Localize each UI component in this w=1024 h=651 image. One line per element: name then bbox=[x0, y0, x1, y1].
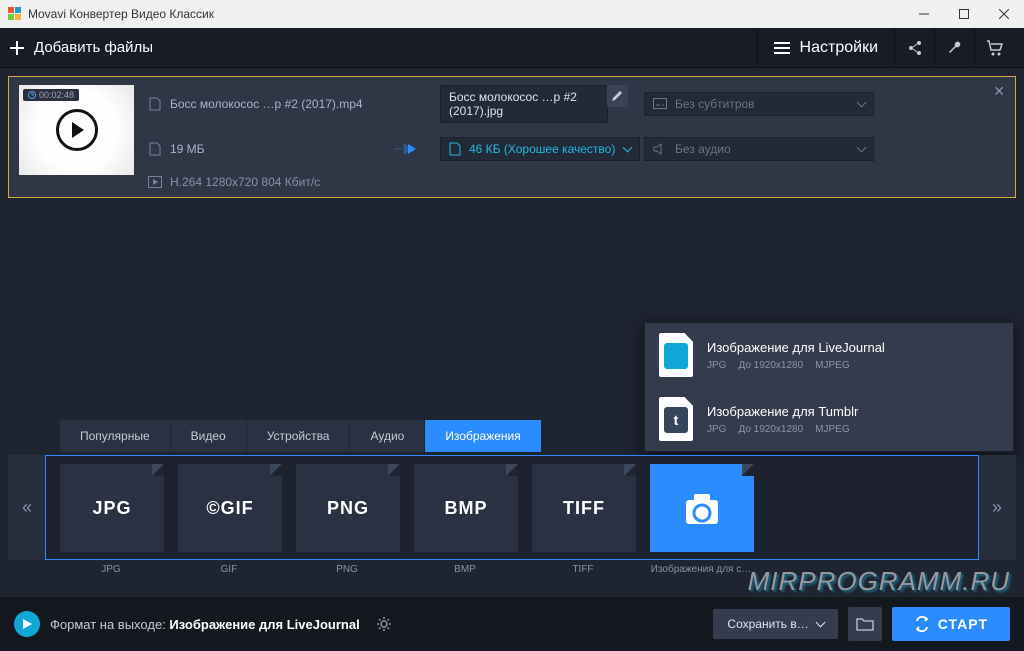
movavi-logo-icon bbox=[14, 611, 40, 637]
camera-icon bbox=[680, 486, 724, 530]
subtitles-icon bbox=[653, 98, 667, 110]
format-tabs: ПопулярныеВидеоУстройстваАудиоИзображени… bbox=[60, 420, 542, 452]
audio-select[interactable]: Без аудио bbox=[644, 137, 874, 161]
src-size: 19 МБ bbox=[170, 142, 205, 156]
start-button[interactable]: СТАРТ bbox=[892, 607, 1010, 641]
output-format-label: Формат на выходе: Изображение для LiveJo… bbox=[50, 617, 360, 632]
livejournal-icon bbox=[659, 333, 693, 377]
chevron-down-icon bbox=[817, 617, 824, 631]
file-icon bbox=[449, 142, 461, 156]
speaker-icon bbox=[653, 143, 667, 155]
carousel-prev-button[interactable]: « bbox=[8, 455, 46, 560]
watermark: MIRPROGRAMM.RU bbox=[748, 566, 1010, 597]
carousel-next-button[interactable]: » bbox=[978, 455, 1016, 560]
target-filename-input[interactable]: Босс молокосос …р #2 (2017).jpg bbox=[440, 85, 608, 123]
window-close-button[interactable] bbox=[984, 0, 1024, 28]
preset-title: Изображение для LiveJournal bbox=[707, 340, 885, 355]
tab-изображения[interactable]: Изображения bbox=[425, 420, 541, 452]
quality-text: 46 КБ (Хорошее качество) bbox=[469, 142, 615, 156]
codec-icon bbox=[148, 176, 162, 188]
format-carousel: JPG©GIFPNGBMPTIFF bbox=[45, 455, 979, 560]
arrow-convert-icon bbox=[394, 142, 424, 156]
quality-select[interactable]: 46 КБ (Хорошее качество) bbox=[440, 137, 640, 161]
clock-icon bbox=[28, 91, 36, 99]
tab-устройства[interactable]: Устройства bbox=[247, 420, 351, 452]
format-card--[interactable] bbox=[650, 464, 754, 552]
duration-text: 00:02:48 bbox=[39, 90, 74, 100]
share-button[interactable] bbox=[894, 28, 934, 68]
settings-label: Настройки bbox=[800, 39, 878, 57]
preset-meta: JPGДо 1920x1280MJPEG bbox=[707, 424, 858, 435]
folder-icon bbox=[856, 617, 874, 631]
tumblr-icon: t bbox=[659, 397, 693, 441]
bottom-bar: Формат на выходе: Изображение для LiveJo… bbox=[0, 597, 1024, 651]
subtitles-text: Без субтитров bbox=[675, 97, 755, 111]
preset-popup: Изображение для LiveJournal JPGДо 1920x1… bbox=[644, 322, 1014, 452]
window-title: Movavi Конвертер Видео Классик bbox=[28, 7, 214, 21]
format-label: Изображения для с… bbox=[649, 564, 753, 575]
preset-item-livejournal[interactable]: Изображение для LiveJournal JPGДо 1920x1… bbox=[645, 323, 1013, 387]
cart-button[interactable] bbox=[974, 28, 1014, 68]
audio-text: Без аудио bbox=[675, 142, 731, 156]
pencil-icon bbox=[611, 90, 623, 102]
format-label: JPG bbox=[59, 564, 163, 575]
file-icon bbox=[148, 142, 162, 156]
tab-аудио[interactable]: Аудио bbox=[350, 420, 425, 452]
start-label: СТАРТ bbox=[938, 616, 988, 632]
convert-icon bbox=[914, 616, 930, 632]
app-logo-icon bbox=[8, 7, 22, 21]
hamburger-icon bbox=[774, 42, 790, 54]
video-thumbnail[interactable]: 00:02:48 bbox=[19, 85, 134, 175]
duration-badge: 00:02:48 bbox=[23, 89, 79, 101]
preset-meta: JPGДо 1920x1280MJPEG bbox=[707, 360, 885, 371]
file-icon bbox=[148, 97, 162, 111]
window-minimize-button[interactable] bbox=[904, 0, 944, 28]
chevron-down-icon bbox=[858, 97, 865, 111]
format-card-tiff[interactable]: TIFF bbox=[532, 464, 636, 552]
format-card-gif[interactable]: ©GIF bbox=[178, 464, 282, 552]
preset-item-tumblr[interactable]: t Изображение для Tumblr JPGДо 1920x1280… bbox=[645, 387, 1013, 451]
gear-icon bbox=[376, 616, 392, 632]
add-files-label: Добавить файлы bbox=[34, 39, 153, 56]
plus-icon bbox=[10, 41, 24, 55]
remove-file-button[interactable]: ✕ bbox=[993, 83, 1005, 100]
chevron-down-icon bbox=[624, 142, 631, 156]
window-titlebar: Movavi Конвертер Видео Классик bbox=[0, 0, 1024, 28]
save-location-label: Сохранить в… bbox=[727, 617, 808, 631]
settings-button[interactable]: Настройки bbox=[757, 28, 894, 68]
format-card-png[interactable]: PNG bbox=[296, 464, 400, 552]
preset-title: Изображение для Tumblr bbox=[707, 404, 858, 419]
play-icon bbox=[56, 109, 98, 151]
format-label: GIF bbox=[177, 564, 281, 575]
tools-button[interactable] bbox=[934, 28, 974, 68]
format-label: BMP bbox=[413, 564, 517, 575]
format-card-jpg[interactable]: JPG bbox=[60, 464, 164, 552]
main-toolbar: Добавить файлы Настройки bbox=[0, 28, 1024, 68]
src-spec: H.264 1280x720 804 Кбит/с bbox=[170, 175, 320, 189]
save-location-button[interactable]: Сохранить в… bbox=[713, 609, 837, 639]
chevron-down-icon bbox=[858, 142, 865, 156]
output-format-value: Изображение для LiveJournal bbox=[169, 617, 359, 632]
format-label: PNG bbox=[295, 564, 399, 575]
open-folder-button[interactable] bbox=[848, 607, 882, 641]
format-label: TIFF bbox=[531, 564, 635, 575]
target-filename-text: Босс молокосос …р #2 (2017).jpg bbox=[449, 90, 599, 118]
share-icon bbox=[907, 40, 923, 56]
tab-видео[interactable]: Видео bbox=[171, 420, 247, 452]
format-card-bmp[interactable]: BMP bbox=[414, 464, 518, 552]
output-settings-button[interactable] bbox=[370, 604, 398, 644]
add-files-button[interactable]: Добавить файлы bbox=[10, 39, 153, 56]
window-maximize-button[interactable] bbox=[944, 0, 984, 28]
file-item[interactable]: 00:02:48 Босс молокосос …р #2 (2017).mp4… bbox=[8, 76, 1016, 198]
subtitles-select[interactable]: Без субтитров bbox=[644, 92, 874, 116]
wrench-icon bbox=[947, 40, 963, 56]
src-filename: Босс молокосос …р #2 (2017).mp4 bbox=[170, 97, 363, 111]
cart-icon bbox=[986, 40, 1004, 56]
edit-filename-button[interactable] bbox=[607, 85, 628, 107]
tab-популярные[interactable]: Популярные bbox=[60, 420, 171, 452]
